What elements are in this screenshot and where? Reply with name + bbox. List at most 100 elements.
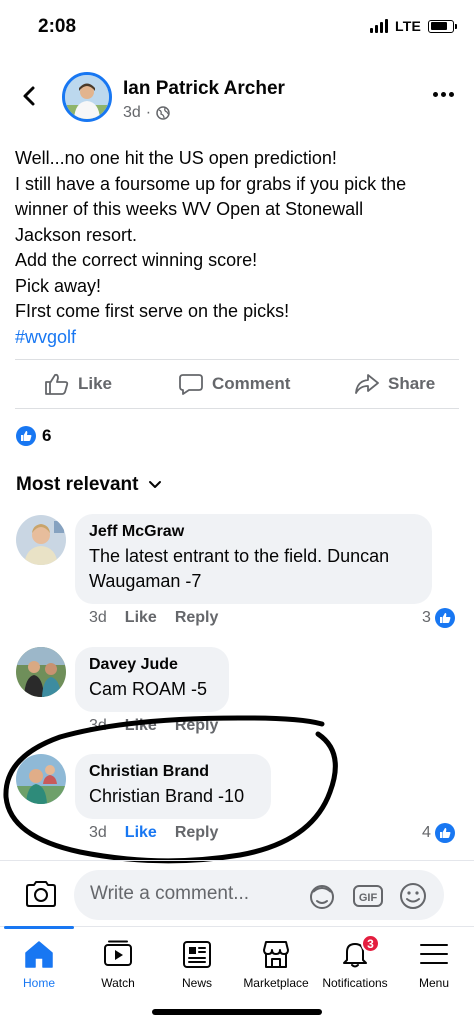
network-label: LTE [394, 18, 421, 34]
home-icon [23, 936, 55, 972]
tab-watch[interactable]: Watch [76, 936, 160, 990]
tab-label: Marketplace [243, 976, 309, 990]
comment-reaction-count[interactable]: 3 [422, 608, 455, 628]
share-label: Share [388, 374, 436, 393]
status-indicators: LTE [369, 18, 457, 34]
sticker-icon [310, 885, 334, 909]
commenter-name[interactable]: Christian Brand [89, 763, 257, 781]
camera-button[interactable] [24, 879, 58, 914]
comment-input-placeholder: Write a comment... [90, 883, 250, 904]
comment-actions: 3d Like Reply [89, 609, 218, 627]
comment-button[interactable]: Comment [178, 372, 290, 396]
chevron-left-icon [23, 86, 35, 106]
comment-time: 3d [89, 609, 107, 626]
commenter-name[interactable]: Jeff McGraw [89, 523, 418, 541]
dot [441, 92, 446, 97]
comment-bubble: Jeff McGraw The latest entrant to the fi… [75, 514, 432, 604]
reaction-count: 6 [42, 426, 52, 445]
divider [0, 860, 474, 861]
avatar-image [16, 647, 66, 697]
avatar-image [16, 754, 66, 804]
commenter-name[interactable]: Davey Jude [89, 656, 215, 674]
active-tab-indicator [4, 926, 74, 929]
comment-text: Cam ROAM -5 [89, 679, 208, 699]
comment-text: The latest entrant to the field. Duncan [89, 546, 390, 566]
post-line: FIrst come first serve on the picks! [15, 301, 290, 321]
tab-marketplace[interactable]: Marketplace [234, 936, 318, 990]
like-reaction-icon [434, 608, 455, 628]
author-avatar[interactable] [62, 72, 112, 122]
more-options-button[interactable] [433, 92, 454, 97]
post-time: 3d [123, 104, 141, 121]
emoji-button[interactable] [398, 882, 428, 915]
comment-reply-button[interactable]: Reply [175, 717, 219, 735]
comment-input[interactable]: Write a comment... GIF [74, 870, 444, 920]
tab-news[interactable]: News [155, 936, 239, 990]
tab-label: News [181, 976, 212, 990]
comment-text: Waugaman -7 [89, 571, 202, 591]
chevron-down-icon [149, 481, 162, 488]
post-line: Add the correct winning score! [15, 250, 258, 270]
notification-badge: 3 [361, 934, 380, 953]
tab-label: Notifications [322, 976, 388, 990]
tab-menu[interactable]: Menu [392, 936, 474, 990]
menu-icon [418, 936, 450, 972]
post-line: Pick away! [15, 275, 102, 296]
tab-label: Watch [101, 976, 135, 990]
hashtag-link[interactable]: #wvgolf [15, 325, 465, 351]
comment-bubble: Christian Brand Christian Brand -10 [75, 754, 271, 819]
comment-bubble: Davey Jude Cam ROAM -5 [75, 647, 229, 712]
avatar-sticker-button[interactable] [307, 882, 337, 915]
gif-label: GIF [359, 892, 378, 904]
post-line: winner of this weeks WV Open at Stonewal… [15, 199, 364, 219]
comment-like-button[interactable]: Like [125, 824, 157, 842]
comment-like-button[interactable]: Like [125, 717, 157, 735]
post-meta: 3d · [123, 104, 170, 122]
comment-time: 3d [89, 824, 107, 841]
author-name[interactable]: Ian Patrick Archer [123, 78, 285, 100]
meta-dot: · [145, 104, 152, 121]
commenter-avatar[interactable] [16, 754, 66, 804]
marketplace-icon [260, 936, 292, 972]
news-icon [181, 936, 213, 972]
gif-button[interactable]: GIF [352, 882, 384, 915]
like-button[interactable]: Like [44, 372, 112, 396]
post-line: I still have a foursome up for grabs if … [15, 173, 407, 194]
commenter-avatar[interactable] [16, 647, 66, 697]
home-indicator[interactable] [152, 1009, 322, 1015]
like-reaction-icon [434, 823, 455, 843]
comment-sort-dropdown[interactable]: Most relevant [16, 474, 162, 496]
back-button[interactable] [18, 84, 42, 108]
post-line: Jackson resort. [15, 224, 138, 245]
comment-reply-button[interactable]: Reply [175, 609, 219, 627]
tab-home[interactable]: Home [0, 936, 81, 990]
post-line: Well...no one hit the US open prediction… [15, 148, 337, 168]
comment-icon [179, 374, 203, 395]
reaction-summary[interactable]: 6 [16, 426, 51, 446]
like-label: Like [78, 374, 113, 393]
avatar-image [16, 515, 66, 565]
dot [449, 92, 454, 97]
comment-text: Christian Brand -10 [89, 786, 245, 806]
commenter-avatar[interactable] [16, 515, 66, 565]
post-text: Well...no one hit the US open prediction… [15, 146, 465, 350]
comment-actions: 3d Like Reply [89, 717, 218, 735]
signal-icon [369, 19, 388, 33]
share-button[interactable]: Share [354, 372, 435, 396]
sort-label: Most relevant [16, 474, 139, 495]
like-reaction-icon [16, 426, 36, 446]
tab-notifications[interactable]: 3 Notifications [313, 934, 397, 990]
avatar-image [65, 75, 109, 119]
comment-reply-button[interactable]: Reply [175, 824, 219, 842]
status-time: 2:08 [38, 16, 77, 37]
comment-like-button[interactable]: Like [125, 609, 157, 627]
globe-icon [156, 106, 170, 120]
reaction-count: 3 [422, 609, 431, 626]
emoji-icon [400, 883, 426, 909]
dot [433, 92, 438, 97]
battery-icon [428, 19, 457, 33]
comment-reaction-count[interactable]: 4 [422, 823, 455, 843]
comment-actions: 3d Like Reply [89, 824, 218, 842]
reaction-count: 4 [422, 824, 431, 841]
comment-time: 3d [89, 717, 107, 734]
